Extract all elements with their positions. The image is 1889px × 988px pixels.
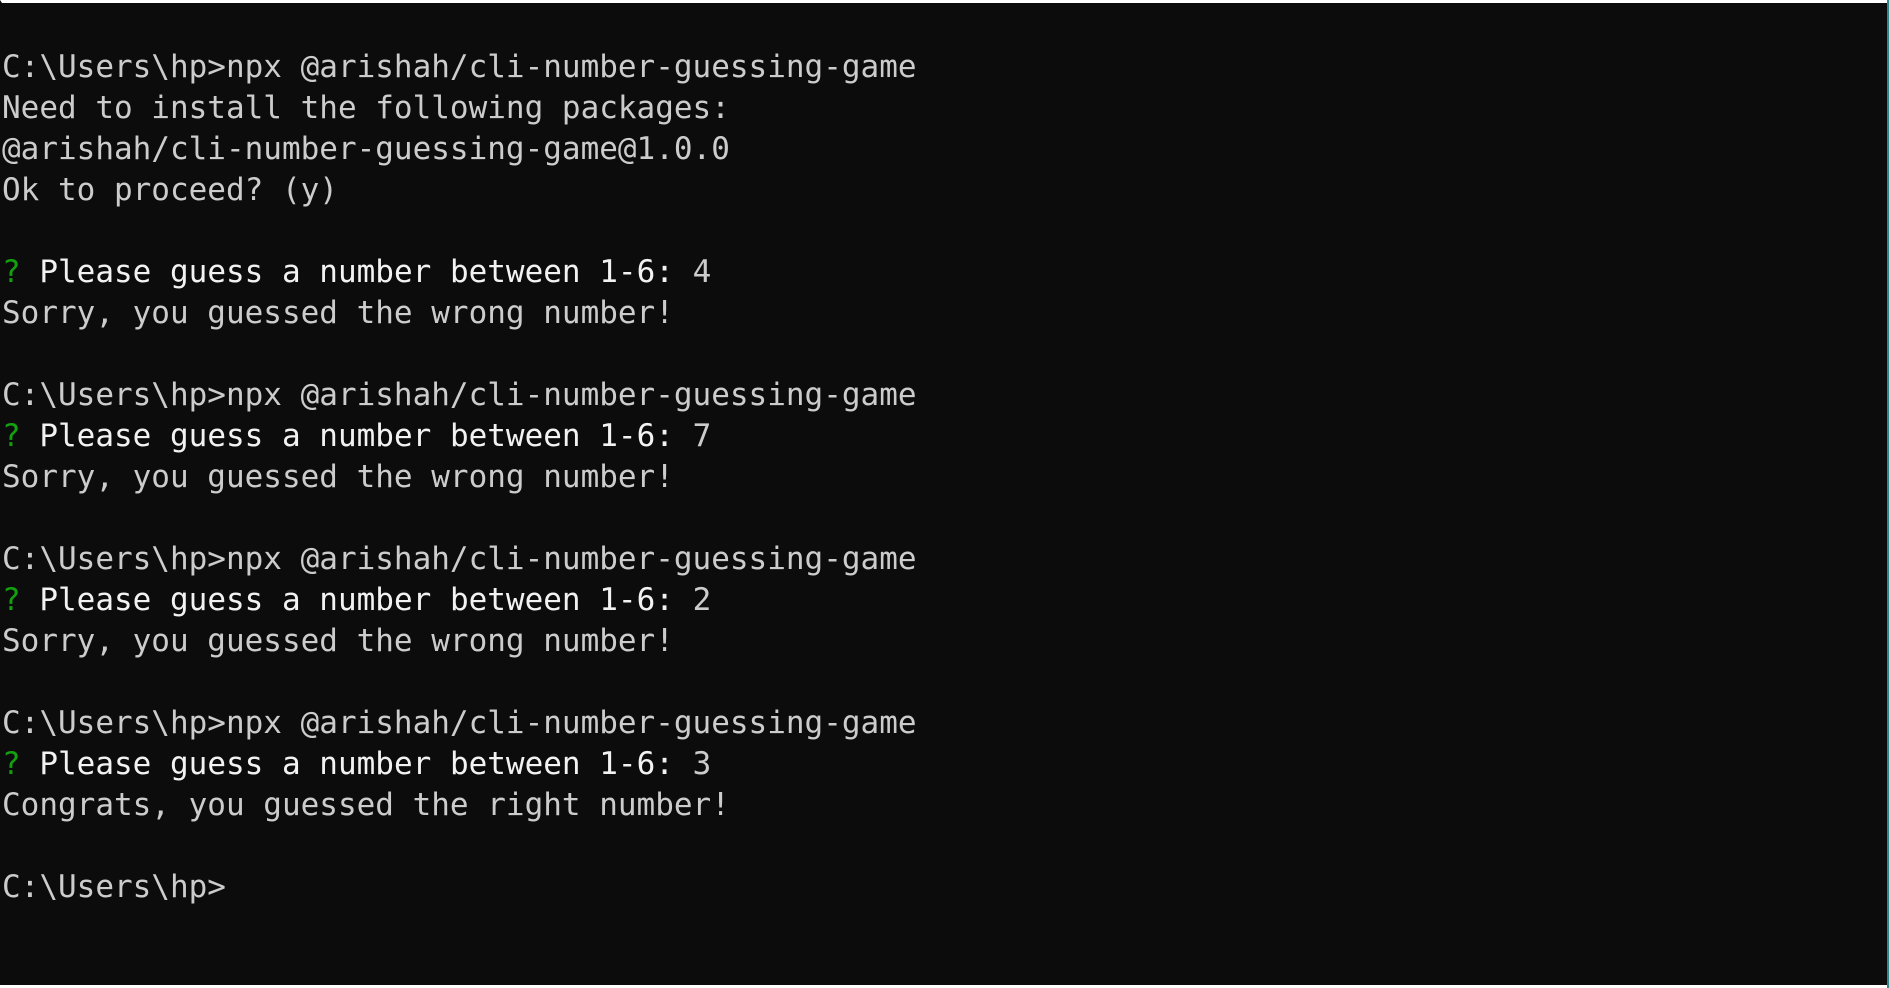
question-text: Please guess a number between 1-6: [39, 746, 674, 782]
output-line: Sorry, you guessed the wrong number! [2, 623, 674, 659]
answer-text: 4 [692, 254, 712, 290]
output-line: Congrats, you guessed the right number! [2, 787, 730, 823]
question-marker-icon: ? [2, 254, 21, 290]
question-text: Please guess a number between 1-6: [39, 582, 674, 618]
output-line: @arishah/cli-number-guessing-game@1.0.0 [2, 131, 730, 167]
command-line: C:\Users\hp>npx @arishah/cli-number-gues… [2, 377, 917, 413]
terminal-window[interactable]: C:\Users\hp>npx @arishah/cli-number-gues… [0, 0, 1887, 985]
terminal-output[interactable]: C:\Users\hp>npx @arishah/cli-number-gues… [2, 47, 917, 908]
output-line: Sorry, you guessed the wrong number! [2, 459, 674, 495]
command-line: C:\Users\hp>npx @arishah/cli-number-gues… [2, 541, 917, 577]
question-line: ? Please guess a number between 1-6: 2 [2, 580, 917, 621]
answer-text: 2 [692, 582, 712, 618]
question-marker-icon: ? [2, 746, 21, 782]
output-line: Sorry, you guessed the wrong number! [2, 295, 674, 331]
question-text: Please guess a number between 1-6: [39, 418, 674, 454]
question-text: Please guess a number between 1-6: [39, 254, 674, 290]
question-line: ? Please guess a number between 1-6: 4 [2, 252, 917, 293]
output-line: Ok to proceed? (y) [2, 172, 338, 208]
output-line: Need to install the following packages: [2, 90, 730, 126]
command-line: C:\Users\hp>npx @arishah/cli-number-gues… [2, 705, 917, 741]
command-prompt[interactable]: C:\Users\hp> [2, 867, 917, 908]
question-marker-icon: ? [2, 582, 21, 618]
question-line: ? Please guess a number between 1-6: 7 [2, 416, 917, 457]
answer-text: 7 [692, 418, 712, 454]
question-marker-icon: ? [2, 418, 21, 454]
command-line: C:\Users\hp>npx @arishah/cli-number-gues… [2, 49, 917, 85]
question-line: ? Please guess a number between 1-6: 3 [2, 744, 917, 785]
answer-text: 3 [692, 746, 712, 782]
